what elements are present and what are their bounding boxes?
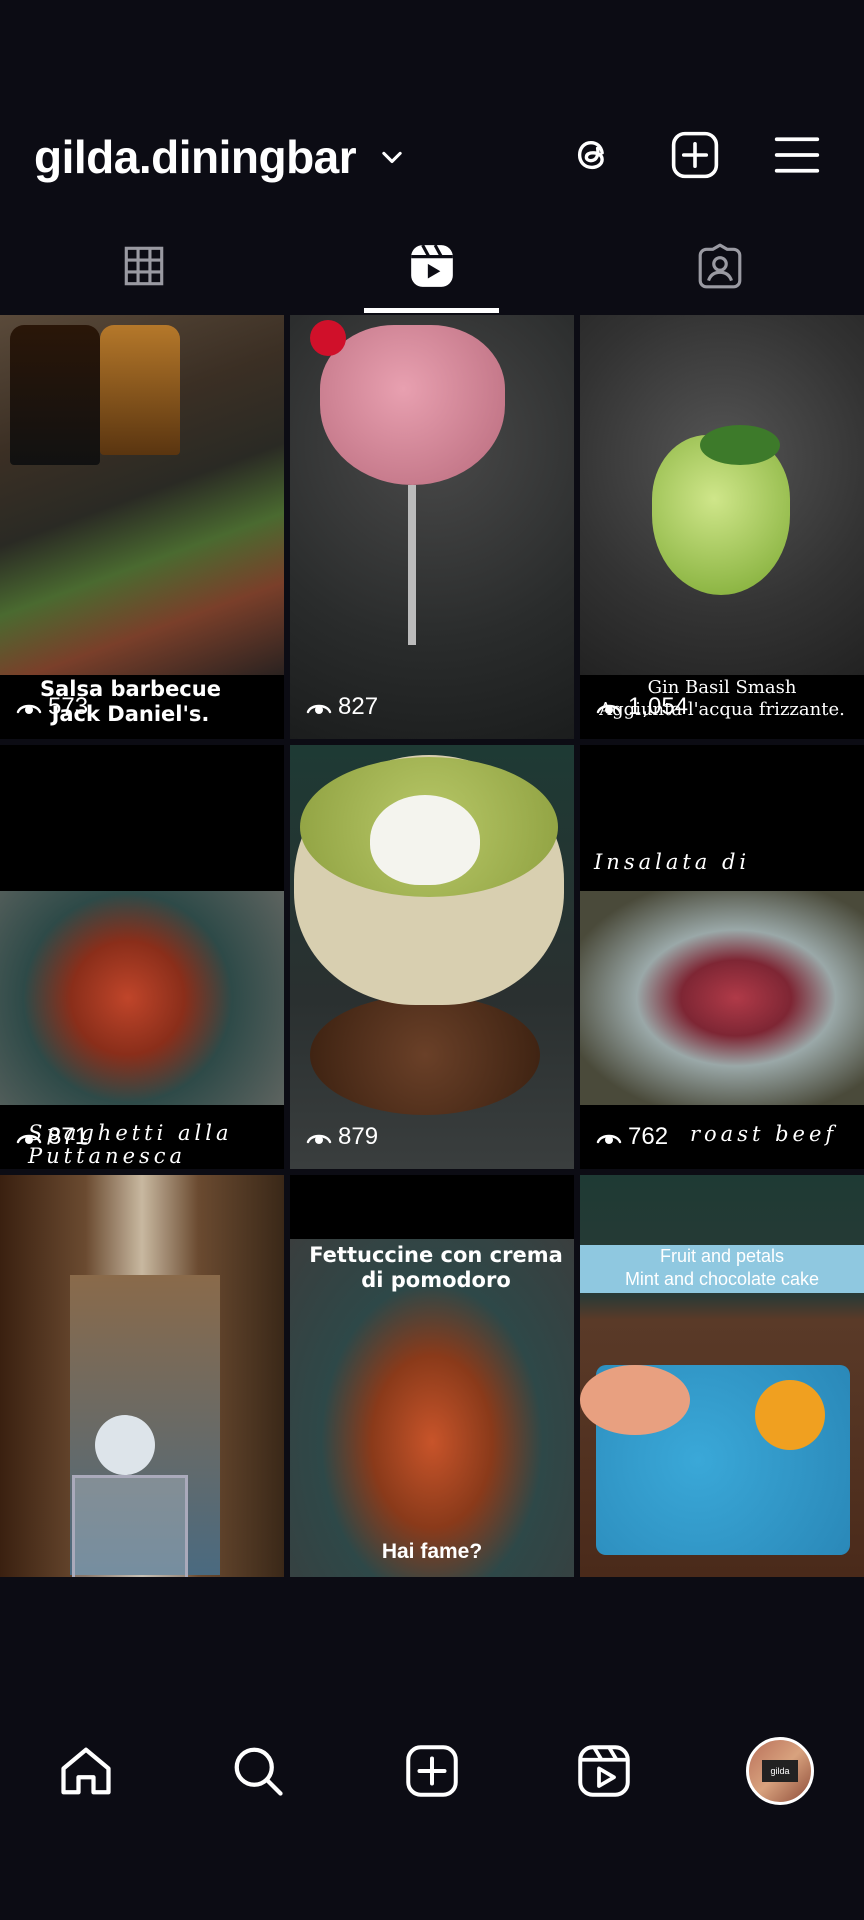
reels-nav-icon[interactable] bbox=[574, 1741, 634, 1801]
views-icon bbox=[16, 704, 42, 714]
view-count-text: 827 bbox=[338, 693, 379, 720]
wooden-base bbox=[310, 995, 540, 1115]
bottle-shape bbox=[10, 325, 100, 465]
cherry bbox=[310, 320, 346, 356]
view-count: 871 bbox=[16, 1123, 88, 1151]
basil-leaf bbox=[700, 425, 780, 465]
reel-image bbox=[0, 891, 284, 1105]
reels-tab[interactable] bbox=[288, 215, 576, 315]
menu-icon[interactable] bbox=[770, 128, 824, 182]
view-count: 827 bbox=[306, 693, 378, 721]
create-post-icon[interactable] bbox=[668, 128, 722, 182]
reel-thumbnail[interactable]: Fettuccine con crema di pomodoro Hai fam… bbox=[290, 1175, 574, 1577]
status-bar bbox=[0, 0, 864, 100]
profile-header: gilda.diningbar bbox=[0, 100, 864, 210]
reel-thumbnail[interactable]: Salsa barbecue Jack Daniel's. 573 bbox=[0, 315, 284, 739]
glass-stem bbox=[408, 485, 416, 645]
view-count: 1,054 bbox=[596, 693, 688, 721]
petal bbox=[580, 1365, 690, 1435]
search-icon[interactable] bbox=[228, 1741, 288, 1801]
view-count-text: 1,054 bbox=[628, 693, 689, 720]
reel-thumbnail[interactable]: Fruit and petals Mint and chocolate cake bbox=[580, 1175, 864, 1577]
reel-caption-bottom: Hai fame? bbox=[381, 1540, 483, 1563]
view-count: 762 bbox=[596, 1123, 668, 1151]
chevron-down-icon[interactable] bbox=[378, 144, 406, 172]
view-count-text: 871 bbox=[48, 1123, 89, 1150]
reel-caption: roast beef bbox=[690, 1122, 838, 1146]
grid-icon bbox=[124, 246, 164, 286]
views-icon bbox=[596, 1134, 622, 1144]
bottom-navigation: gilda bbox=[0, 1717, 864, 1920]
reel-thumbnail[interactable]: Spaghetti alla Puttanesca 871 bbox=[0, 745, 284, 1169]
threads-icon[interactable] bbox=[565, 128, 619, 182]
reel-image bbox=[580, 891, 864, 1105]
view-count: 573 bbox=[16, 693, 88, 721]
tagged-icon bbox=[698, 243, 742, 289]
views-icon bbox=[306, 1134, 332, 1144]
latte-heart bbox=[370, 795, 480, 885]
reel-thumbnail[interactable]: Insalata di roast beef 762 bbox=[580, 745, 864, 1169]
profile-avatar[interactable]: gilda bbox=[746, 1737, 814, 1805]
reel-caption: Fettuccine con crema di pomodoro bbox=[309, 1243, 563, 1293]
reel-thumbnail[interactable]: 879 bbox=[290, 745, 574, 1169]
reel-thumbnail[interactable]: Gin Basil Smash Aggiunta l'acqua frizzan… bbox=[580, 315, 864, 739]
view-count-text: 573 bbox=[48, 693, 89, 720]
reel-caption-top: Insalata di bbox=[594, 850, 751, 874]
views-icon bbox=[16, 1134, 42, 1144]
ice-ball bbox=[95, 1415, 155, 1475]
reels-grid: Salsa barbecue Jack Daniel's. 573 827 Gi… bbox=[0, 315, 864, 1717]
avatar-logo: gilda bbox=[762, 1760, 798, 1782]
grid-tab[interactable] bbox=[0, 215, 288, 315]
view-count-text: 879 bbox=[338, 1123, 379, 1150]
reel-thumbnail[interactable] bbox=[0, 1175, 284, 1577]
create-icon[interactable] bbox=[402, 1741, 462, 1801]
reels-icon bbox=[411, 244, 453, 287]
profile-username[interactable]: gilda.diningbar bbox=[34, 130, 357, 184]
views-icon bbox=[596, 704, 622, 714]
tagged-tab[interactable] bbox=[576, 215, 864, 315]
bottle-shape bbox=[100, 325, 180, 455]
view-count: 879 bbox=[306, 1123, 378, 1151]
home-icon[interactable] bbox=[56, 1741, 116, 1801]
profile-tabs bbox=[0, 215, 864, 315]
reel-thumbnail[interactable]: 827 bbox=[290, 315, 574, 739]
cocktail-glass bbox=[320, 325, 505, 485]
active-tab-indicator bbox=[364, 308, 499, 313]
mixing-glass bbox=[72, 1475, 188, 1577]
views-icon bbox=[306, 704, 332, 714]
fruit bbox=[755, 1380, 825, 1450]
reel-caption: Fruit and petals Mint and chocolate cake bbox=[624, 1246, 820, 1289]
view-count-text: 762 bbox=[628, 1123, 669, 1150]
